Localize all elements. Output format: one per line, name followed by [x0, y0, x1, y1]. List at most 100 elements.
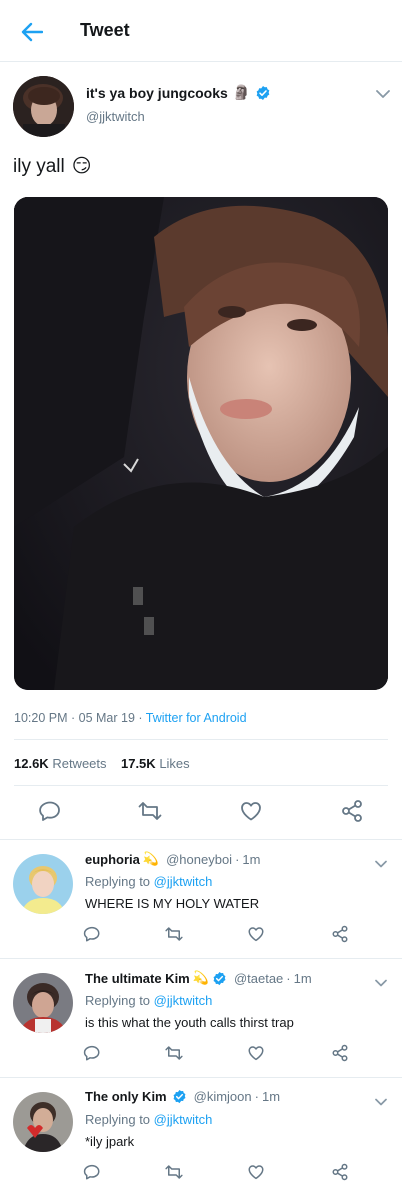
retweet-button[interactable] — [164, 924, 184, 944]
replying-to-mention[interactable]: @jjktwitch — [154, 993, 213, 1008]
replying-to-mention[interactable]: @jjktwitch — [154, 1112, 213, 1127]
reply-icon — [83, 1045, 100, 1061]
tweet-text-body: ily yall — [13, 155, 65, 177]
retweet-button[interactable] — [164, 1043, 184, 1063]
reply-menu-button[interactable] — [373, 856, 389, 872]
meta-separator: · — [235, 851, 240, 867]
replying-to-mention[interactable]: @jjktwitch — [154, 874, 213, 889]
meta-separator: · — [134, 711, 146, 725]
meta-separator: · — [286, 970, 291, 986]
share-icon — [342, 800, 362, 822]
chevron-down-icon — [375, 979, 387, 987]
retweet-icon — [165, 1165, 183, 1179]
reply-avatar[interactable] — [13, 973, 73, 1033]
reply-header: The only Kim @kimjoon · 1m — [85, 1089, 280, 1104]
verified-badge-icon — [213, 971, 226, 985]
replying-to-prefix: Replying to — [85, 993, 154, 1008]
replying-to: Replying to @jjktwitch — [85, 1112, 212, 1127]
retweets-label: Retweets — [52, 756, 107, 771]
tweet-metadata: 10:20 PM · 05 Mar 19 · Twitter for Andro… — [14, 711, 247, 725]
author-avatar[interactable] — [13, 76, 74, 137]
reply-avatar[interactable] — [13, 854, 73, 914]
like-button[interactable] — [246, 924, 266, 944]
tweet-source-link[interactable]: Twitter for Android — [146, 711, 247, 725]
author-handle[interactable]: @jjktwitch — [86, 109, 145, 124]
reply-author-emoji: 💫 — [192, 970, 209, 985]
reply-author-emoji: 💫 — [142, 851, 160, 866]
reply-tweet[interactable]: The ultimate Kim 💫 @taetae · 1m Replying… — [0, 958, 402, 1077]
tweet-emoji: 😏 — [71, 156, 92, 177]
reply-icon — [83, 926, 100, 942]
reply-text: is this what the youth calls thirst trap — [85, 1015, 294, 1030]
reply-icon — [39, 801, 60, 821]
retweet-icon — [138, 802, 162, 820]
like-icon — [241, 802, 261, 821]
share-button[interactable] — [330, 1162, 350, 1182]
divider — [14, 739, 388, 740]
author-name-row[interactable]: it's ya boy jungcooks 🗿 — [86, 84, 271, 101]
likes-stat[interactable]: 17.5K Likes — [121, 756, 190, 771]
retweet-button[interactable] — [164, 1162, 184, 1182]
like-button[interactable] — [246, 1043, 266, 1063]
reply-author-handle[interactable]: @kimjoon — [194, 1089, 252, 1104]
reply-menu-button[interactable] — [373, 1094, 389, 1110]
reply-button[interactable] — [37, 798, 63, 824]
back-button[interactable] — [18, 18, 46, 46]
reply-tweet[interactable]: The only Kim @kimjoon · 1m Replying to @… — [0, 1077, 402, 1196]
page-title: Tweet — [80, 20, 130, 40]
meta-separator: · — [254, 1089, 259, 1104]
reply-header: The ultimate Kim 💫 @taetae · 1m — [85, 970, 312, 986]
like-button[interactable] — [246, 1162, 266, 1182]
retweet-icon — [165, 927, 183, 941]
retweets-count: 12.6K — [14, 756, 49, 771]
share-button[interactable] — [330, 924, 350, 944]
reply-tweet[interactable]: euphoria 💫 @honeyboi · 1m Replying to @j… — [0, 839, 402, 958]
verified-badge-icon — [256, 85, 270, 100]
reply-author-name[interactable]: The only Kim — [85, 1089, 167, 1104]
reply-text: *ily jpark — [85, 1134, 135, 1149]
reply-avatar[interactable] — [13, 1092, 73, 1152]
share-icon — [332, 925, 348, 943]
reply-button[interactable] — [82, 1162, 102, 1182]
chevron-down-icon — [376, 90, 390, 98]
tweet-stats: 12.6K Retweets 17.5K Likes — [14, 756, 190, 771]
like-icon — [248, 927, 264, 942]
tweet-photo[interactable] — [14, 197, 388, 690]
reply-text: WHERE IS MY HOLY WATER — [85, 896, 260, 911]
reply-menu-button[interactable] — [373, 975, 389, 991]
reply-header: euphoria 💫 @honeyboi · 1m — [85, 851, 260, 867]
tweet-menu-button[interactable] — [374, 85, 392, 103]
share-icon — [332, 1163, 348, 1181]
like-button[interactable] — [238, 798, 264, 824]
retweet-button[interactable] — [137, 798, 163, 824]
reply-button[interactable] — [82, 1043, 102, 1063]
reply-time: 1m — [242, 851, 261, 867]
likes-count: 17.5K — [120, 756, 156, 771]
replying-to: Replying to @jjktwitch — [85, 993, 212, 1008]
reply-author-name[interactable]: The ultimate Kim — [85, 971, 190, 986]
meta-separator: · — [67, 711, 79, 725]
share-button[interactable] — [330, 1043, 350, 1063]
share-button[interactable] — [339, 798, 365, 824]
reply-button[interactable] — [82, 924, 102, 944]
author-name[interactable]: it's ya boy jungcooks — [86, 85, 228, 101]
top-bar: Tweet — [0, 0, 402, 62]
like-icon — [248, 1165, 264, 1180]
like-icon — [248, 1046, 264, 1061]
likes-label: Likes — [159, 756, 190, 771]
reply-time: 1m — [293, 970, 312, 986]
chevron-down-icon — [375, 1098, 387, 1106]
replying-to-prefix: Replying to — [85, 874, 154, 889]
reply-author-handle[interactable]: @honeyboi — [166, 852, 232, 867]
replying-to-prefix: Replying to — [85, 1112, 154, 1127]
author-emoji: 🗿 — [232, 84, 251, 100]
reply-author-handle[interactable]: @taetae — [234, 971, 283, 986]
reply-author-name[interactable]: euphoria — [85, 852, 140, 867]
tweet-text: ily yall 😏 — [13, 155, 92, 178]
retweets-stat[interactable]: 12.6K Retweets — [14, 756, 107, 771]
share-icon — [332, 1044, 348, 1062]
back-arrow-icon — [21, 22, 43, 42]
retweet-icon — [165, 1046, 183, 1060]
tweet-time: 10:20 PM — [14, 711, 68, 725]
tweet-date: 05 Mar 19 — [78, 711, 135, 725]
